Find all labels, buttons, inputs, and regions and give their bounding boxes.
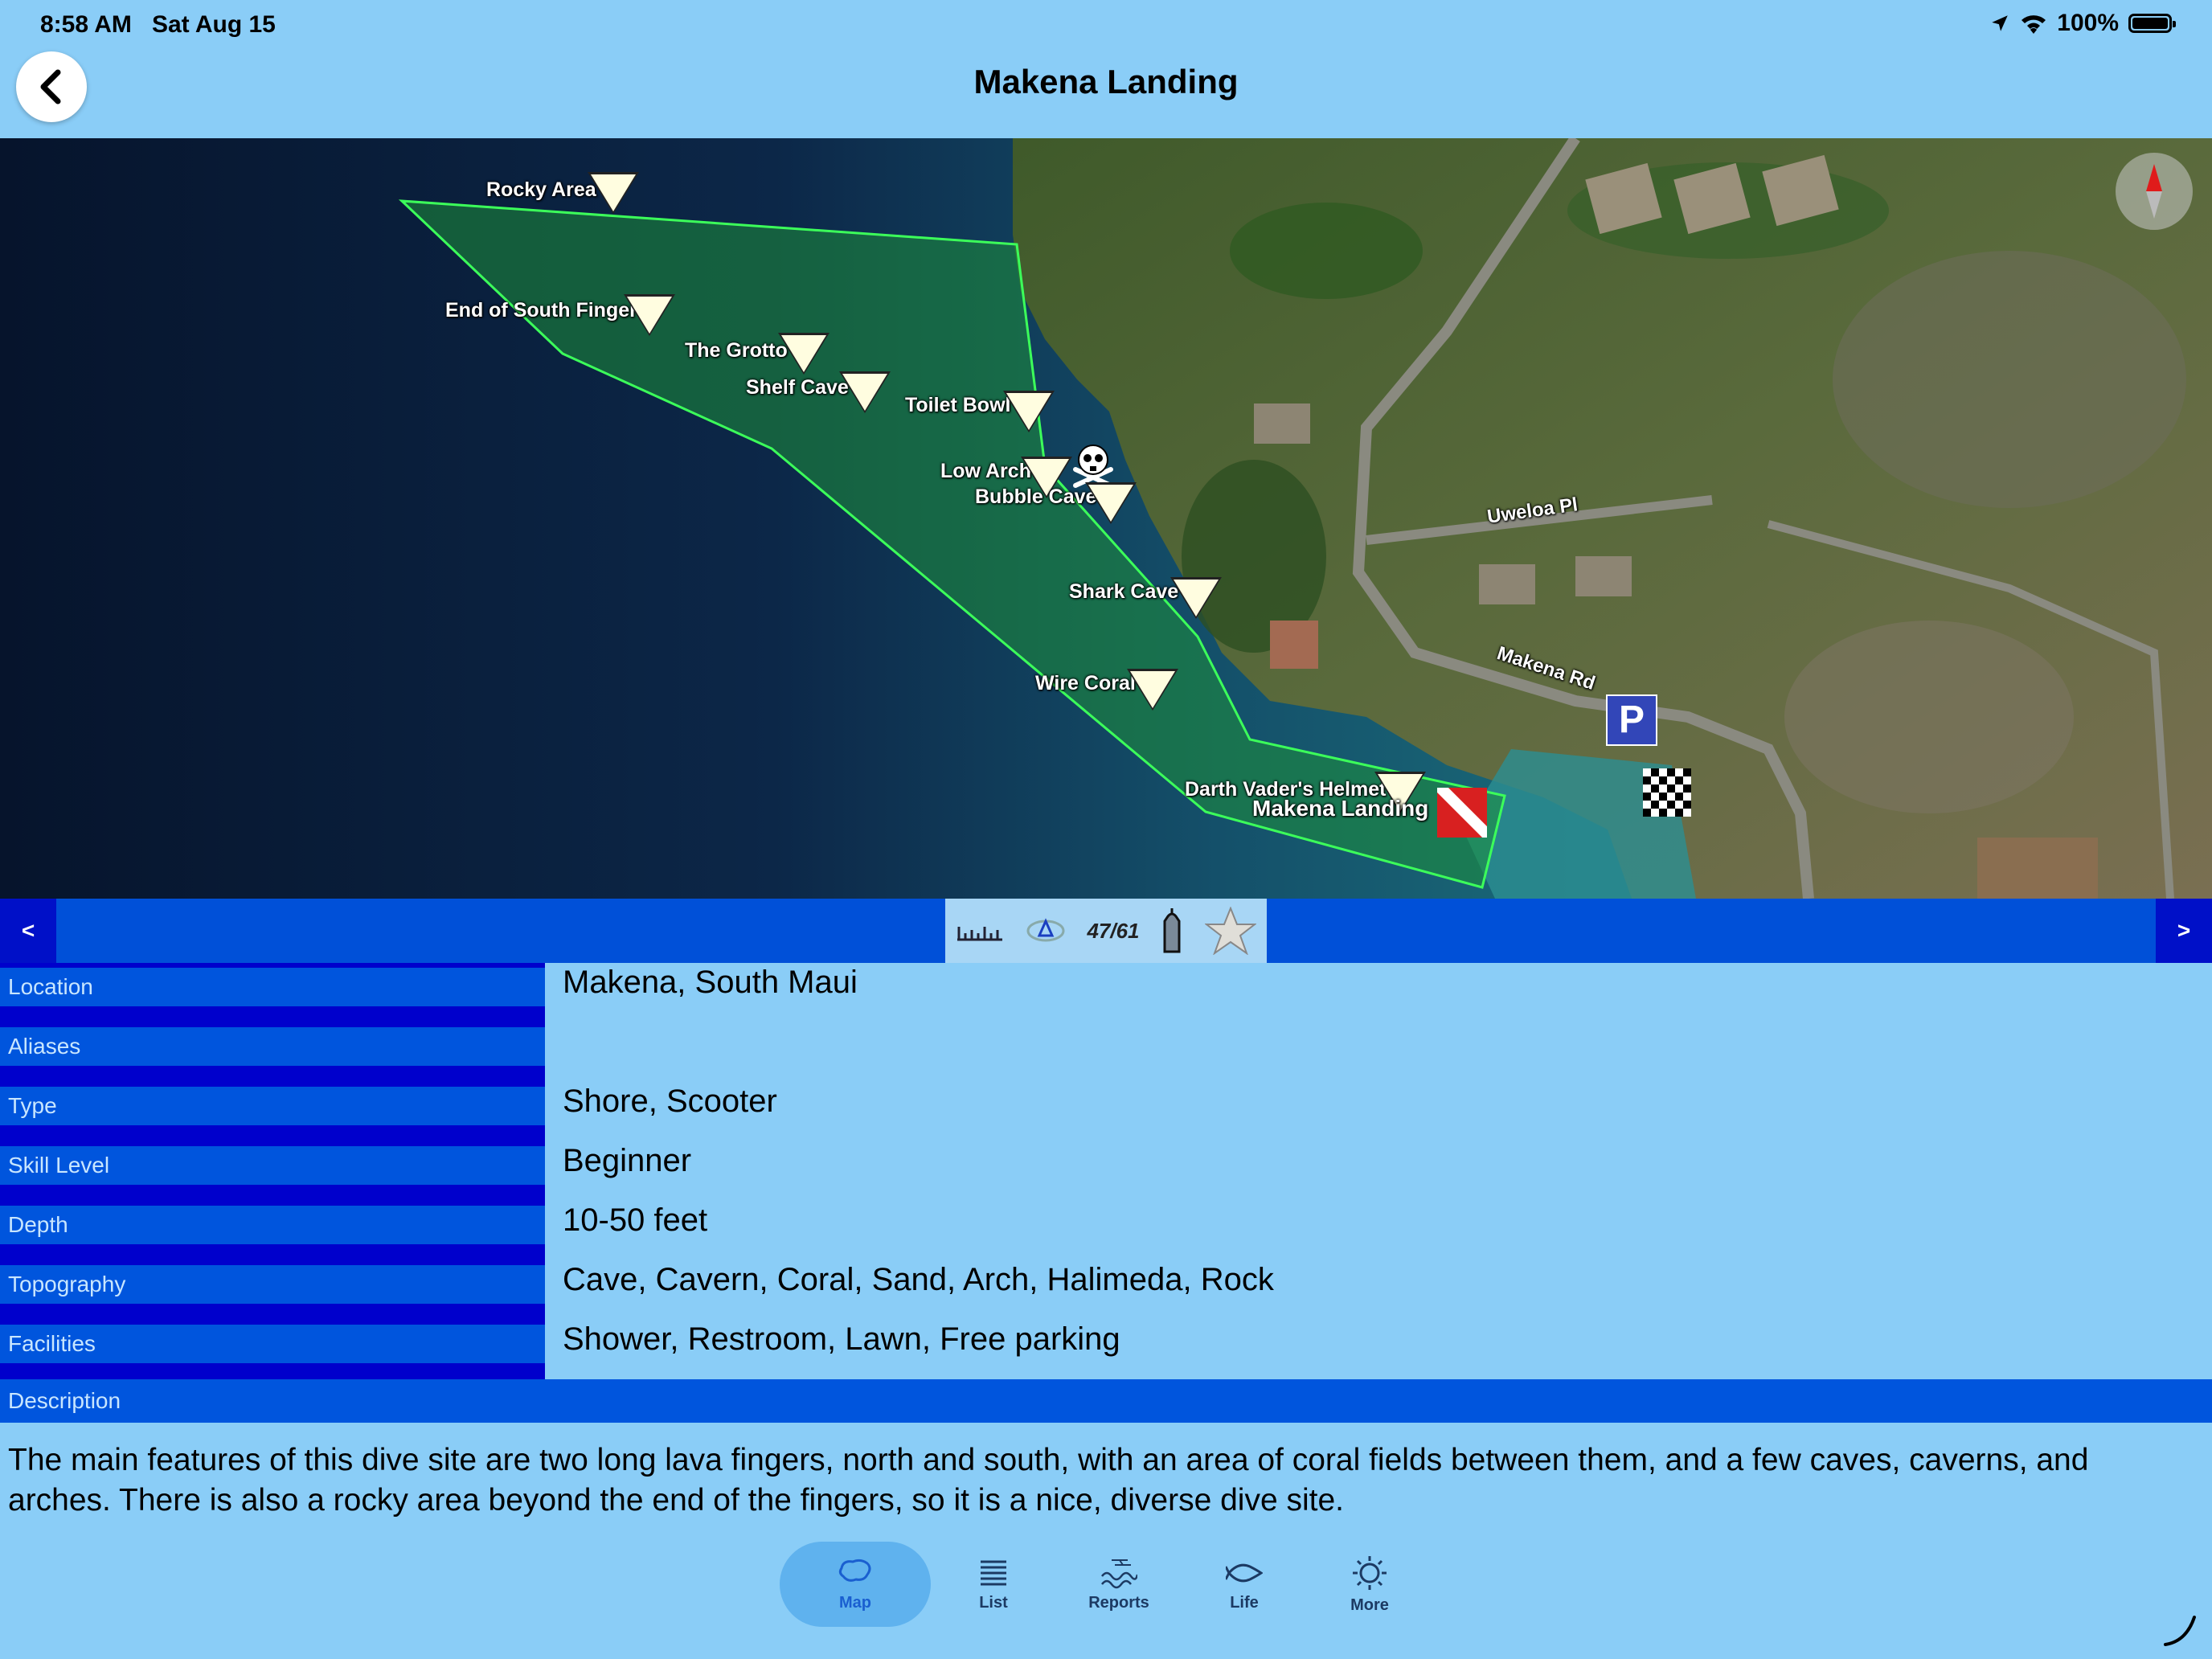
skull-crossbones-icon	[1073, 444, 1113, 488]
detail-row-aliases: Aliases	[0, 1022, 2212, 1082]
wifi-icon	[2022, 15, 2046, 34]
battery-percent: 100%	[2057, 10, 2119, 36]
waves-icon	[1101, 1559, 1137, 1588]
detail-label: Depth	[0, 1206, 545, 1244]
detail-row-facilities: Facilities Shower, Restroom, Lawn, Free …	[0, 1320, 2212, 1379]
triangle-marker-icon[interactable]	[627, 297, 672, 334]
checkered-flag-icon[interactable]	[1643, 768, 1691, 817]
list-icon	[981, 1560, 1006, 1585]
previous-site-button[interactable]: <	[0, 899, 56, 963]
detail-value: 10-50 feet	[563, 1202, 708, 1238]
description-text: The main features of this dive site are …	[8, 1443, 2089, 1518]
detail-label: Topography	[0, 1265, 545, 1304]
fish-icon	[1226, 1563, 1263, 1582]
tab-list[interactable]: List	[931, 1542, 1056, 1627]
triangle-marker-icon[interactable]	[1006, 393, 1051, 430]
tab-more[interactable]: More	[1307, 1542, 1432, 1627]
detail-value: Shower, Restroom, Lawn, Free parking	[563, 1321, 1120, 1357]
detail-label: Facilities	[0, 1325, 545, 1363]
triangle-marker-icon[interactable]	[1088, 485, 1133, 522]
detail-row-depth: Depth 10-50 feet	[0, 1201, 2212, 1260]
detail-value: Shore, Scooter	[563, 1083, 777, 1119]
site-counter: 47/61	[1087, 918, 1140, 943]
home-indicator-icon	[2164, 1616, 2196, 1646]
detail-row-type: Type Shore, Scooter	[0, 1082, 2212, 1141]
detail-label: Location	[0, 968, 545, 1006]
tab-bar: Map List Reports Life More	[780, 1542, 1432, 1627]
status-time: 8:58 AM Sat Aug 15	[40, 11, 276, 38]
status-bar: 8:58 AM Sat Aug 15 100%	[0, 0, 2212, 51]
triangle-marker-icon[interactable]	[842, 374, 887, 411]
sun-icon	[1353, 1555, 1387, 1590]
battery-icon	[2128, 14, 2176, 33]
location-arrow-icon	[1992, 15, 2009, 31]
ruler-icon[interactable]	[956, 919, 1004, 943]
compass-button[interactable]	[2116, 153, 2193, 230]
description-header: Description	[0, 1379, 2212, 1423]
scuba-tank-icon[interactable]	[1160, 907, 1184, 955]
dive-site-map[interactable]: Rocky Area End of South Finger The Grott…	[0, 138, 2212, 899]
detail-value: Makena, South Maui	[563, 965, 858, 1000]
map-icon	[838, 1559, 871, 1582]
tab-life[interactable]: Life	[1182, 1542, 1307, 1627]
status-right: 100%	[1989, 10, 2176, 37]
triangle-marker-icon[interactable]	[1174, 580, 1219, 616]
triangle-marker-icon[interactable]	[781, 335, 826, 372]
dive-flag-icon	[1437, 788, 1487, 838]
site-pager-bar: < 47/61 >	[0, 899, 2212, 963]
page-title: Makena Landing	[973, 63, 1239, 100]
parking-icon[interactable]: P	[1606, 694, 1657, 746]
detail-row-topography: Topography Cave, Cavern, Coral, Sand, Ar…	[0, 1260, 2212, 1320]
dive-profile-icon[interactable]	[1025, 916, 1067, 945]
next-site-button[interactable]: >	[2156, 899, 2212, 963]
triangle-marker-icon[interactable]	[591, 174, 636, 211]
starfish-icon[interactable]	[1205, 907, 1257, 955]
pager-tools: 47/61	[945, 899, 1267, 963]
compass-needle-icon	[2146, 164, 2162, 219]
tab-reports[interactable]: Reports	[1056, 1542, 1182, 1627]
detail-label: Type	[0, 1087, 545, 1125]
site-details-table: Location Makena, South Maui Aliases Type…	[0, 963, 2212, 1379]
detail-label: Aliases	[0, 1027, 545, 1066]
detail-row-location: Location Makena, South Maui	[0, 963, 2212, 1022]
detail-value: Cave, Cavern, Coral, Sand, Arch, Halimed…	[563, 1262, 1274, 1297]
triangle-marker-icon[interactable]	[1130, 671, 1175, 708]
tab-map[interactable]: Map	[780, 1542, 931, 1627]
detail-value: Beginner	[563, 1143, 692, 1178]
detail-row-skill-level: Skill Level Beginner	[0, 1141, 2212, 1201]
detail-label: Skill Level	[0, 1146, 545, 1185]
